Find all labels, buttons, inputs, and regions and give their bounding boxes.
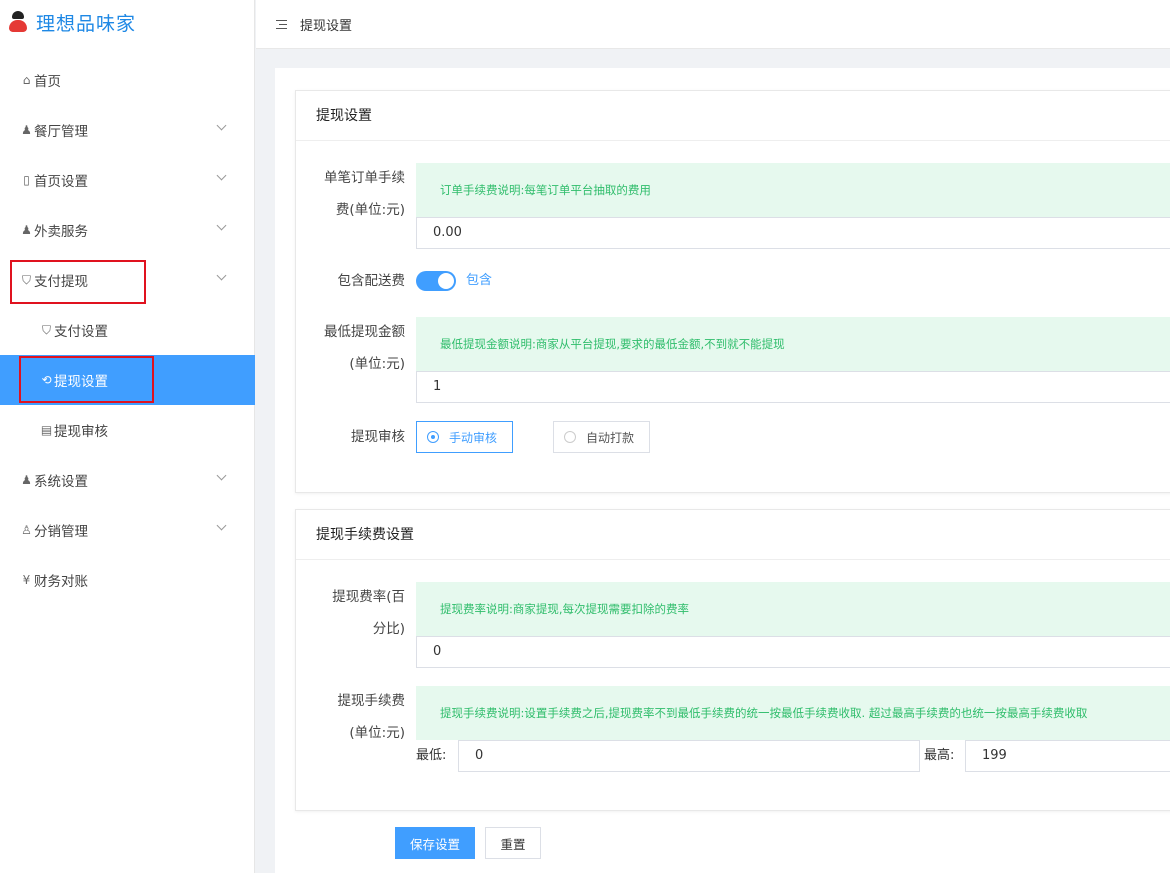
min-withdraw-tip: 最低提现金额说明:商家从平台提现,要求的最低金额,不到就不能提现 (416, 317, 1170, 371)
users-icon: ♙ (21, 523, 32, 537)
breadcrumb: 提现设置 (300, 18, 353, 34)
chevron-down-icon (216, 270, 227, 281)
shield-icon: ⛉ (41, 322, 51, 337)
main-content: 提现设置 单笔订单手续 费(单位:元) 订单手续费说明:每笔订单平台抽取的费用 … (275, 68, 1170, 873)
sidebar-item-finance[interactable]: ¥ 财务对账 (0, 555, 255, 605)
order-fee-label-line1: 单笔订单手续 (324, 170, 405, 186)
chevron-down-icon (216, 170, 227, 181)
doc-icon: ▤ (40, 423, 53, 437)
order-fee-input[interactable]: 0.00 (416, 217, 1170, 249)
sidebar-item-label: 支付提现 (34, 274, 88, 290)
app-title: 理想品味家 (36, 12, 137, 35)
home-icon: ⌂ (22, 73, 31, 87)
user-icon: ♟ (21, 473, 32, 487)
radio-dot-icon (564, 431, 576, 443)
sidebar-item-label: 财务对账 (34, 574, 88, 590)
brand[interactable]: 理想品味家 (0, 0, 254, 44)
sidebar-menu: ⌂ 首页 ♟ 餐厅管理 ▯ 首页设置 ♟ 外卖服务 ⛉ 支付提现 ⛉ 支付设置 (0, 55, 255, 605)
user-icon: ♟ (21, 223, 32, 237)
order-fee-tip: 订单手续费说明:每笔订单平台抽取的费用 (416, 163, 1170, 217)
fee-label-line1: 提现手续费 (337, 693, 406, 709)
fee-tip: 提现手续费说明:设置手续费之后,提现费率不到最低手续费的统一按最低手续费收取. … (416, 686, 1170, 740)
sidebar-item-label: 系统设置 (34, 474, 88, 490)
sidebar-item-delivery[interactable]: ♟ 外卖服务 (0, 205, 255, 255)
sidebar-item-home[interactable]: ⌂ 首页 (0, 55, 255, 105)
sidebar-item-label: 餐厅管理 (34, 124, 88, 140)
menu-toggle-icon[interactable] (276, 19, 287, 29)
rate-tip: 提现费率说明:商家提现,每次提现需要扣除的费率 (416, 582, 1170, 636)
fee-min-label: 最低: (416, 748, 447, 763)
withdraw-settings-card: 提现设置 单笔订单手续 费(单位:元) 订单手续费说明:每笔订单平台抽取的费用 … (295, 90, 1170, 493)
save-button[interactable]: 保存设置 (395, 827, 475, 859)
chevron-down-icon (216, 120, 227, 131)
sidebar-item-label: 提现设置 (54, 374, 108, 390)
sidebar-item-label: 首页 (34, 74, 61, 90)
chevron-down-icon (216, 220, 227, 231)
min-withdraw-input[interactable]: 1 (416, 371, 1170, 403)
review-auto-label: 自动打款 (586, 430, 635, 445)
phone-icon: ▯ (23, 173, 30, 187)
fee-min-input[interactable]: 0 (458, 740, 920, 772)
min-withdraw-label-line2: (单位:元) (349, 356, 405, 372)
user-icon: ♟ (21, 123, 32, 137)
card-title: 提现设置 (296, 91, 1170, 141)
top-header: 提现设置 (256, 0, 1170, 49)
sidebar-item-homepage-settings[interactable]: ▯ 首页设置 (0, 155, 255, 205)
fee-label-line2: (单位:元) (349, 725, 405, 741)
fee-settings-card: 提现手续费设置 提现费率(百 分比) 提现费率说明:商家提现,每次提现需要扣除的… (295, 509, 1170, 811)
sidebar-item-distribution[interactable]: ♙ 分销管理 (0, 505, 255, 555)
review-label: 提现审核 (351, 429, 405, 445)
sidebar-item-withdraw-review[interactable]: ▤ 提现审核 (0, 405, 255, 455)
sidebar-item-payment-withdraw[interactable]: ⛉ 支付提现 (0, 255, 255, 305)
rate-input[interactable]: 0 (416, 636, 1170, 668)
sidebar-item-label: 外卖服务 (34, 224, 88, 240)
sync-icon: ⟲ (41, 373, 52, 387)
order-fee-label-line2: 费(单位:元) (335, 202, 405, 218)
shield-icon: ⛉ (21, 272, 31, 287)
sidebar-item-label: 分销管理 (34, 524, 88, 540)
sidebar-item-payment-settings[interactable]: ⛉ 支付设置 (0, 305, 255, 355)
fee-max-input[interactable]: 199 (965, 740, 1170, 772)
chef-logo-icon (6, 10, 30, 34)
delivery-fee-switch[interactable] (416, 271, 456, 291)
sidebar-item-withdraw-settings[interactable]: ⟲ 提现设置 (0, 355, 255, 405)
rate-label-line2: 分比) (372, 621, 405, 637)
rate-label-line1: 提现费率(百 (332, 589, 405, 605)
min-withdraw-label-line1: 最低提现金额 (324, 324, 405, 340)
review-manual-radio[interactable]: 手动审核 (416, 421, 513, 453)
delivery-fee-switch-text: 包含 (466, 273, 493, 288)
sidebar-item-label: 首页设置 (34, 174, 88, 190)
ledger-icon: ¥ (22, 573, 31, 587)
sidebar-item-restaurant[interactable]: ♟ 餐厅管理 (0, 105, 255, 155)
chevron-down-icon (216, 470, 227, 481)
fee-max-label: 最高: (924, 748, 955, 763)
reset-button[interactable]: 重置 (485, 827, 541, 859)
sidebar-item-label: 提现审核 (54, 424, 108, 440)
review-manual-label: 手动审核 (449, 430, 498, 445)
sidebar: 理想品味家 ⌂ 首页 ♟ 餐厅管理 ▯ 首页设置 ♟ 外卖服务 ⛉ 支付提现 ⛉ (0, 0, 255, 873)
review-auto-radio[interactable]: 自动打款 (553, 421, 650, 453)
delivery-fee-label: 包含配送费 (337, 273, 406, 289)
chevron-down-icon (216, 520, 227, 531)
radio-dot-icon (427, 431, 439, 443)
sidebar-item-system-settings[interactable]: ♟ 系统设置 (0, 455, 255, 505)
card-title: 提现手续费设置 (296, 510, 1170, 560)
sidebar-item-label: 支付设置 (54, 324, 108, 340)
